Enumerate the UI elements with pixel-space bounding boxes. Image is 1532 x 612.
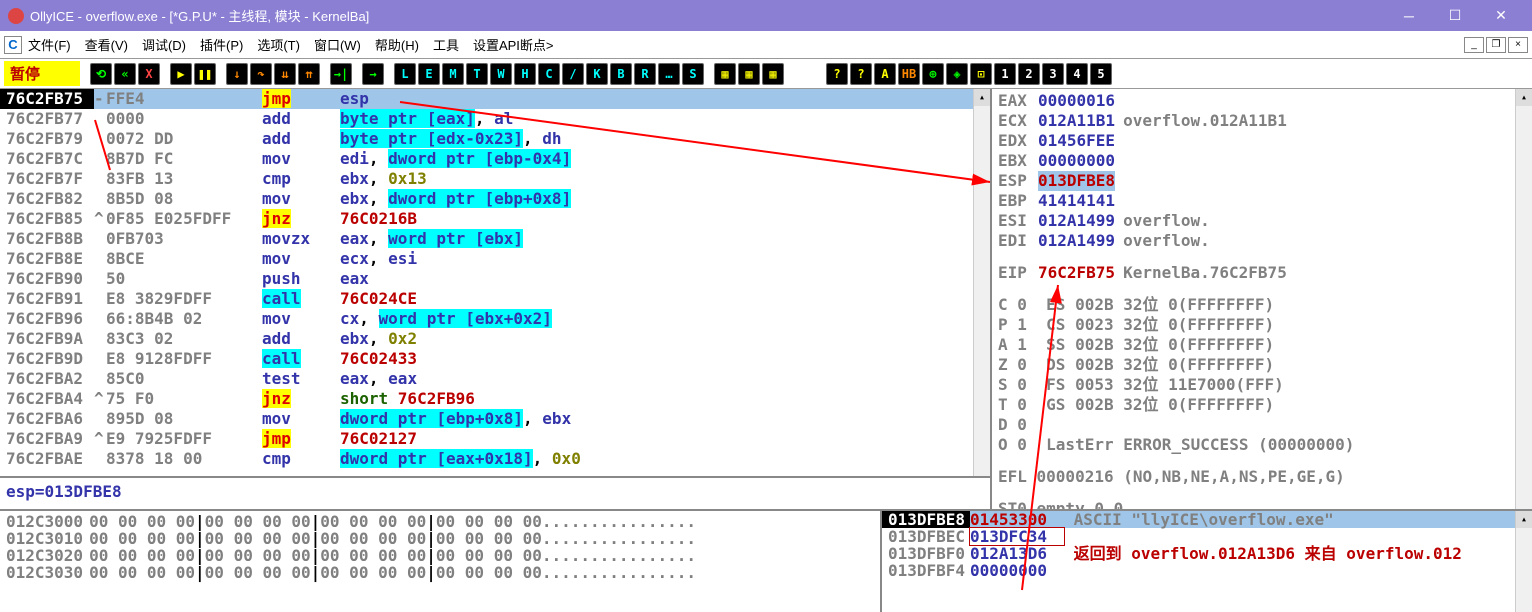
tb-p5[interactable]: ⊕ — [922, 63, 944, 85]
menu-debug[interactable]: 调试(D) — [142, 35, 186, 54]
disasm-row[interactable]: 76C2FB9DE8 9128FDFFcall76C02433 — [0, 349, 990, 369]
disasm-row[interactable]: 76C2FB790072 DDaddbyte ptr [edx-0x23], d… — [0, 129, 990, 149]
disasm-row[interactable]: 76C2FB8E8BCEmovecx, esi — [0, 249, 990, 269]
tb-4[interactable]: 4 — [1066, 63, 1088, 85]
disasm-row[interactable]: 76C2FB91E8 3829FDFFcall76C024CE — [0, 289, 990, 309]
tb-1[interactable]: 1 — [994, 63, 1016, 85]
tb-close[interactable]: X — [138, 63, 160, 85]
tb-p6[interactable]: ◈ — [946, 63, 968, 85]
app-icon — [8, 8, 24, 24]
menu-window[interactable]: 窗口(W) — [314, 35, 361, 54]
tb-grid1[interactable]: ▦ — [714, 63, 736, 85]
disasm-row[interactable]: 76C2FB770000addbyte ptr [eax], al — [0, 109, 990, 129]
tb-pause[interactable]: ❚❚ — [194, 63, 216, 85]
tb-3[interactable]: 3 — [1042, 63, 1064, 85]
tb-trace-over[interactable]: ⇈ — [298, 63, 320, 85]
disasm-row[interactable]: 76C2FBA285C0testeax, eax — [0, 369, 990, 389]
disasm-row[interactable]: 76C2FB828B5D 08movebx, dword ptr [ebp+0x… — [0, 189, 990, 209]
minimize-button[interactable]: ─ — [1386, 0, 1432, 31]
stack-row[interactable]: 013DFBEC013DFC34 — [882, 528, 1532, 545]
dump-pane[interactable]: 012C300000 00 00 00|00 00 00 00|00 00 00… — [0, 511, 880, 612]
menu-tools[interactable]: 工具 — [433, 35, 459, 54]
titlebar: OllyICE - overflow.exe - [*G.P.U* - 主线程,… — [0, 0, 1532, 31]
tb-5[interactable]: 5 — [1090, 63, 1112, 85]
tb-grid3[interactable]: ▦ — [762, 63, 784, 85]
registers-pane[interactable]: EAX00000016ECX012A11B1overflow.012A11B1E… — [990, 89, 1532, 509]
app-menu-icon[interactable]: C — [4, 36, 22, 54]
close-button[interactable]: ✕ — [1478, 0, 1524, 31]
tb-exec-till[interactable]: →| — [330, 63, 352, 85]
tb-p4[interactable]: HB — [898, 63, 920, 85]
tb-m[interactable]: M — [442, 63, 464, 85]
stack-row[interactable]: 013DFBF400000000 — [882, 562, 1532, 579]
disasm-row[interactable]: 76C2FBA9^E9 7925FDFFjmp76C02127 — [0, 429, 990, 449]
disassembly-pane[interactable]: 76C2FB75-FFE4jmpesp76C2FB770000addbyte p… — [0, 89, 990, 476]
disasm-row[interactable]: 76C2FB7C8B7D FCmovedi, dword ptr [ebp-0x… — [0, 149, 990, 169]
tb-h[interactable]: H — [514, 63, 536, 85]
stack-scrollbar[interactable]: ▴ — [1515, 511, 1532, 612]
tb-e[interactable]: E — [418, 63, 440, 85]
tb-goto[interactable]: → — [362, 63, 384, 85]
tb-run[interactable]: ▶ — [170, 63, 192, 85]
disasm-row[interactable]: 76C2FBA4^75 F0jnzshort 76C2FB96 — [0, 389, 990, 409]
window-title: OllyICE - overflow.exe - [*G.P.U* - 主线程,… — [30, 6, 1386, 25]
tb-p1[interactable]: ? — [826, 63, 848, 85]
tb-trace-into[interactable]: ⇊ — [274, 63, 296, 85]
tb-ellipsis[interactable]: … — [658, 63, 680, 85]
tb-grid2[interactable]: ▦ — [738, 63, 760, 85]
regs-scrollbar[interactable]: ▴ — [1515, 89, 1532, 509]
menu-options[interactable]: 选项(T) — [257, 35, 300, 54]
tb-restart[interactable]: ⟲ — [90, 63, 112, 85]
mdi-restore-button[interactable]: ❐ — [1486, 37, 1506, 53]
menubar: C 文件(F) 查看(V) 调试(D) 插件(P) 选项(T) 窗口(W) 帮助… — [0, 31, 1532, 59]
mdi-close-button[interactable]: × — [1508, 37, 1528, 53]
debug-status: 暂停 — [4, 61, 80, 86]
menu-help[interactable]: 帮助(H) — [375, 35, 419, 54]
disasm-row[interactable]: 76C2FBAE8378 18 00cmpdword ptr [eax+0x18… — [0, 449, 990, 469]
tb-b[interactable]: B — [610, 63, 632, 85]
disasm-row[interactable]: 76C2FB85^0F85 E025FDFFjnz76C0216B — [0, 209, 990, 229]
disasm-row[interactable]: 76C2FB75-FFE4jmpesp — [0, 89, 990, 109]
menu-api-bp[interactable]: 设置API断点> — [473, 35, 554, 54]
stack-row[interactable]: 013DFBE801453300 ASCII "llyICE\overflow.… — [882, 511, 1532, 528]
disasm-row[interactable]: 76C2FBA6895D 08movdword ptr [ebp+0x8], e… — [0, 409, 990, 429]
tb-2[interactable]: 2 — [1018, 63, 1040, 85]
tb-p7[interactable]: ⊡ — [970, 63, 992, 85]
disasm-row[interactable]: 76C2FB7F83FB 13cmpebx, 0x13 — [0, 169, 990, 189]
stack-row[interactable]: 013DFBF0012A13D6 返回到 overflow.012A13D6 来… — [882, 545, 1532, 562]
tb-c[interactable]: C — [538, 63, 560, 85]
disasm-scrollbar[interactable]: ▴ — [973, 89, 990, 476]
tb-step-over[interactable]: ↷ — [250, 63, 272, 85]
tb-l[interactable]: L — [394, 63, 416, 85]
mdi-min-button[interactable]: _ — [1464, 37, 1484, 53]
disasm-row[interactable]: 76C2FB9666:8B4B 02movcx, word ptr [ebx+0… — [0, 309, 990, 329]
disasm-row[interactable]: 76C2FB8B0FB703movzxeax, word ptr [ebx] — [0, 229, 990, 249]
tb-w[interactable]: W — [490, 63, 512, 85]
menu-file[interactable]: 文件(F) — [28, 35, 71, 54]
stack-pane[interactable]: 013DFBE801453300 ASCII "llyICE\overflow.… — [880, 511, 1532, 612]
tb-step-into[interactable]: ↓ — [226, 63, 248, 85]
menu-plugins[interactable]: 插件(P) — [200, 35, 243, 54]
tb-slash[interactable]: / — [562, 63, 584, 85]
menu-view[interactable]: 查看(V) — [85, 35, 128, 54]
tb-r[interactable]: R — [634, 63, 656, 85]
disasm-row[interactable]: 76C2FB9A83C3 02addebx, 0x2 — [0, 329, 990, 349]
info-pane: esp=013DFBE8 — [0, 476, 990, 509]
tb-p3[interactable]: A — [874, 63, 896, 85]
disasm-row[interactable]: 76C2FB9050pusheax — [0, 269, 990, 289]
tb-p2[interactable]: ? — [850, 63, 872, 85]
toolbar: 暂停 ⟲ « X ▶ ❚❚ ↓ ↷ ⇊ ⇈ →| → L E M T W H C… — [0, 59, 1532, 89]
tb-back[interactable]: « — [114, 63, 136, 85]
tb-t[interactable]: T — [466, 63, 488, 85]
tb-k[interactable]: K — [586, 63, 608, 85]
maximize-button[interactable]: ☐ — [1432, 0, 1478, 31]
tb-s[interactable]: S — [682, 63, 704, 85]
